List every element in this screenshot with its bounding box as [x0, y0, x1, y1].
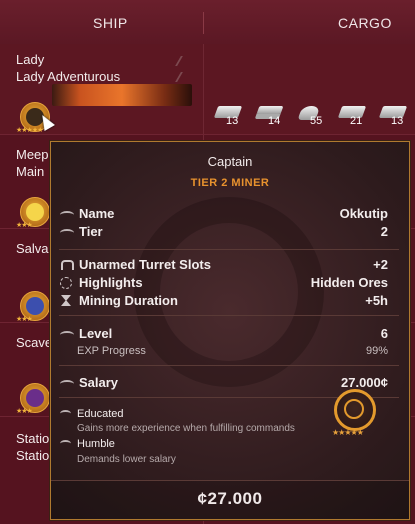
highlights-label: Highlights — [79, 275, 143, 290]
rank-stars-icon: ★★★ — [16, 222, 33, 229]
rank-stars-icon: ★★★ — [16, 316, 33, 323]
ship-status-icon — [175, 72, 195, 82]
turret-value: +2 — [373, 257, 388, 272]
wings-icon — [60, 211, 74, 219]
name-value: Okkutip — [339, 206, 388, 221]
cargo-qty: 13 — [226, 115, 239, 127]
gear-icon — [26, 203, 44, 221]
tier-label: Tier — [79, 224, 103, 239]
captain-tooltip: Captain TIER 2 MINER Name Okkutip Tier 2… — [50, 141, 410, 520]
ship-model: Lady Adventurous — [16, 69, 121, 84]
duration-label: Mining Duration — [79, 293, 178, 308]
cargo-qty: 13 — [391, 115, 404, 127]
pickaxe-icon — [344, 399, 364, 419]
tab-ship[interactable]: SHIP — [93, 15, 128, 31]
duration-value: +5h — [365, 293, 388, 308]
cargo-slot[interactable]: 13 — [213, 102, 250, 132]
ship-row[interactable]: Lady Lady Adventurous ★★★★★ 13 14 55 21 … — [0, 44, 415, 135]
divider — [59, 365, 399, 366]
ship-model: Main — [16, 164, 45, 179]
tooltip-footer: ¢27.000 — [51, 480, 409, 519]
cargo-qty: 55 — [310, 115, 323, 127]
level-label: Level — [79, 326, 113, 341]
tier-value: 2 — [380, 224, 388, 239]
trait-desc: Gains more experience when fulfilling co… — [77, 423, 295, 434]
ship-status-icon — [175, 56, 195, 66]
wings-icon — [60, 410, 71, 417]
tab-bar: SHIP CARGO — [0, 0, 415, 45]
rank-stars-icon: ★★★ — [16, 408, 33, 415]
trait-name: Humble — [77, 438, 115, 450]
ship-name: Salva — [16, 241, 49, 256]
salary-label: Salary — [79, 375, 119, 390]
trait-desc: Demands lower salary — [77, 454, 176, 465]
cargo-slot[interactable]: 14 — [256, 102, 292, 132]
ship-name: Lady — [16, 52, 45, 67]
tab-cargo[interactable]: CARGO — [338, 15, 392, 31]
turret-icon — [61, 260, 74, 270]
crew-icon — [26, 297, 44, 315]
tab-divider — [203, 12, 204, 34]
mask-icon — [26, 389, 44, 407]
captain-rank-badge-icon — [334, 389, 376, 431]
tooltip-subtitle: TIER 2 MINER — [190, 177, 270, 189]
miner-emblem-icon — [134, 197, 324, 387]
gem-icon — [60, 277, 72, 289]
exp-label: EXP Progress — [77, 345, 146, 357]
hire-price: ¢27.000 — [197, 489, 263, 508]
cargo-slot[interactable]: 13 — [378, 102, 415, 132]
ship-name: Meep — [16, 147, 49, 162]
cargo-qty: 14 — [268, 115, 281, 127]
wings-icon — [60, 440, 71, 447]
level-value: 6 — [380, 326, 388, 341]
hourglass-icon — [61, 300, 71, 306]
wings-icon — [60, 380, 74, 388]
column-divider — [203, 44, 204, 134]
ship-name: Scave — [16, 335, 53, 350]
ship-image — [52, 84, 192, 106]
plates-icon — [256, 106, 284, 114]
divider — [59, 315, 399, 316]
cargo-slot[interactable]: 55 — [297, 102, 334, 132]
cargo-slot[interactable]: 21 — [337, 102, 374, 132]
ship-model: Statio — [16, 448, 50, 463]
exp-value: 99% — [365, 345, 388, 357]
tooltip-title: Captain — [207, 154, 253, 169]
wings-icon — [60, 331, 74, 339]
salary-value: 27.000¢ — [341, 375, 388, 390]
rank-stars-icon: ★★★★★ — [332, 428, 364, 437]
trait-name: Educated — [77, 408, 124, 420]
turret-label: Unarmed Turret Slots — [79, 257, 211, 272]
rank-stars-icon: ★★★★★ — [16, 127, 43, 134]
cargo-qty: 21 — [350, 115, 363, 127]
divider — [59, 249, 399, 250]
wings-icon — [60, 229, 74, 237]
highlights-value: Hidden Ores — [310, 275, 388, 290]
name-label: Name — [79, 206, 115, 221]
ship-name: Statio — [16, 431, 50, 446]
